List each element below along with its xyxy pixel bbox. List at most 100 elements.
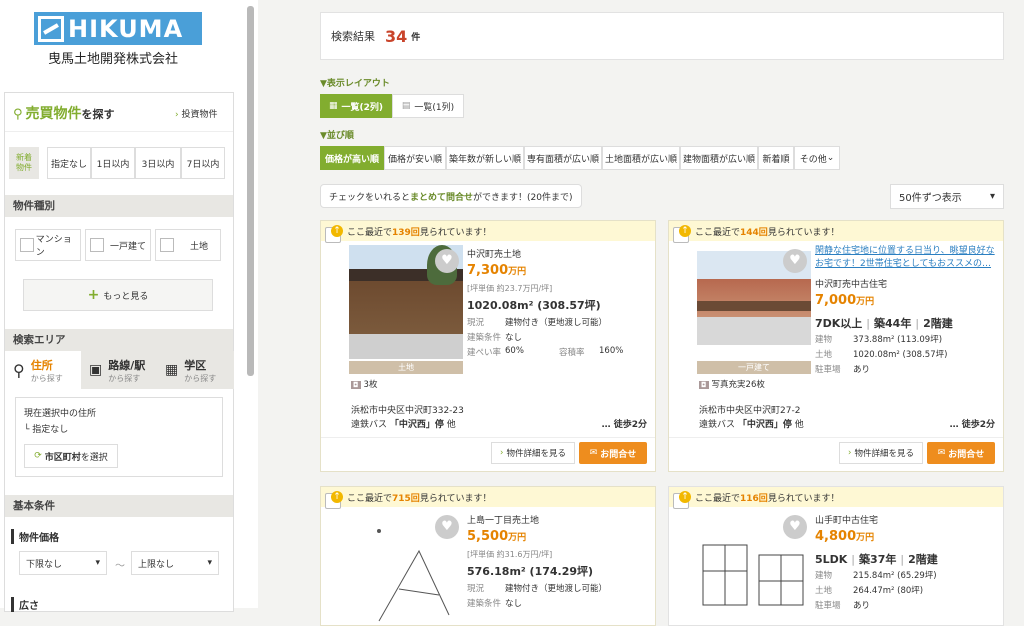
checkbox[interactable] — [90, 238, 104, 252]
layout-1col-button[interactable]: ▤ 一覧(1列) — [392, 94, 464, 118]
area-tab-station[interactable]: ▣ 路線/駅 から探す — [81, 351, 157, 389]
spec-row: 土地 264.47m² (80坪) — [815, 584, 923, 596]
type-label: 一戸建て — [110, 241, 147, 252]
sort-option[interactable]: 新着順 — [758, 146, 794, 170]
views-post: 見られています！ — [767, 227, 840, 238]
sort-option[interactable]: 価格が高い順 — [320, 146, 384, 170]
price-unit: 万円 — [856, 533, 875, 543]
area-tab-address[interactable]: ⚲ 住所 から探す — [5, 351, 81, 389]
photo-count-label: 写真充実26枚 — [711, 380, 765, 390]
result-unit: 件 — [411, 32, 421, 43]
current-area-box: 現在選択中の住所 └ 指定なし ⟳ 市区町村 を選択 — [15, 397, 223, 477]
spec-value: 373.88m² (113.09坪) — [853, 335, 943, 345]
type-house[interactable]: 一戸建て — [85, 229, 151, 261]
area-tab-school[interactable]: ▦ 学区 から探す — [157, 351, 234, 389]
type-mansion[interactable]: マンション — [15, 229, 81, 261]
result-count-box: 検索結果 34 件 — [320, 12, 1004, 60]
area-tab-label: 住所 — [30, 358, 53, 372]
access-info: 遠鉄バス 「中沢西」停 他 — [351, 417, 456, 430]
spec-key: 建ぺい率 — [467, 348, 502, 358]
new-filter-7day[interactable]: 7日以内 — [181, 147, 225, 179]
grid-icon: ▦ — [328, 101, 338, 111]
favorite-heart-icon[interactable]: ♥ — [435, 249, 459, 273]
age-value: 築44年 — [874, 317, 912, 330]
invest-link[interactable]: › 投資物件 — [175, 107, 217, 120]
city-button-suffix: を選択 — [80, 452, 108, 463]
detail-label: 物件詳細を見る — [854, 449, 914, 459]
property-address: 浜松市中央区中沢町332-23 — [351, 406, 464, 416]
area-size-label: 広さ — [11, 597, 39, 612]
card-footer: › 物件詳細を見る ✉ お問合せ — [321, 437, 655, 465]
layout-2col-button[interactable]: ▦ 一覧(2列) — [320, 94, 392, 118]
inquiry-button[interactable]: ✉ お問合せ — [579, 442, 647, 464]
price-max-select[interactable]: 上限なし ▾ — [131, 551, 219, 575]
property-card: ↑ ここ最近で 116回 見られています！ ♥ 山手町中古住宅 4,800万円 5LD… — [668, 486, 1004, 626]
age-value: 築37年 — [859, 553, 897, 566]
property-layout: 5LDK | 築37年 | 2階建 — [815, 553, 938, 566]
property-title[interactable]: 中沢町売土地 — [467, 247, 521, 260]
view-count-banner: ↑ ここ最近で 144回 見られています！ — [669, 221, 1003, 241]
arrow-up-icon: ↑ — [679, 491, 691, 503]
property-headline[interactable]: 閑静な住宅地に位置する日当り、眺望良好なお宅です！2世帯住宅としてもおススメの… — [815, 245, 999, 271]
inquiry-button[interactable]: ✉ お問合せ — [927, 442, 995, 464]
bulk-note-post: ができます！(20件まで) — [473, 192, 573, 203]
sort-option[interactable]: 価格が安い順 — [384, 146, 446, 170]
type-land[interactable]: 土地 — [155, 229, 221, 261]
sort-option-label: 価格が安い順 — [387, 154, 442, 165]
map-pin-icon: ⚲ — [13, 360, 25, 380]
new-filter-none[interactable]: 指定なし — [47, 147, 91, 179]
layout-value: 7DK以上 — [815, 317, 863, 330]
invest-link-label: 投資物件 — [181, 110, 218, 120]
company-logo[interactable]: HIKUMA — [34, 12, 202, 45]
area-tab-sub: から探す — [108, 373, 141, 383]
bus-stop: 「中沢西」停 — [389, 420, 444, 430]
sort-option[interactable]: 建物面積が広い順 — [680, 146, 758, 170]
floors-value: 2階建 — [923, 317, 953, 330]
sidebar-scrollbar[interactable] — [247, 6, 254, 376]
spec-value: 1020.08m² (308.57坪) — [853, 350, 948, 360]
spec-key: 現況 — [467, 318, 485, 328]
checkbox[interactable] — [160, 238, 174, 252]
checkbox[interactable] — [20, 238, 34, 252]
sort-option[interactable]: その他 ⌄ — [794, 146, 840, 170]
property-title[interactable]: 上島一丁目売土地 — [467, 513, 539, 526]
price-min-select[interactable]: 下限なし ▾ — [19, 551, 107, 575]
search-heading: ⚲ 売買物件 を探す — [13, 103, 115, 123]
section-title-type: 物件種別 — [5, 195, 233, 217]
favorite-heart-icon[interactable]: ♥ — [783, 249, 807, 273]
new-filter-1day[interactable]: 1日以内 — [91, 147, 135, 179]
new-filter-label: 指定なし — [50, 159, 87, 170]
sort-option[interactable]: 専有面積が広い順 — [524, 146, 602, 170]
mail-icon: ✉ — [589, 448, 598, 458]
search-title: 売買物件 — [25, 106, 82, 122]
price-value: 7,300 — [467, 263, 509, 278]
new-filter-3day[interactable]: 3日以内 — [135, 147, 181, 179]
views-count: 144回 — [740, 227, 768, 238]
spec-row: 建築条件 なし — [467, 597, 522, 609]
detail-button[interactable]: › 物件詳細を見る — [491, 442, 575, 464]
favorite-heart-icon[interactable]: ♥ — [783, 515, 807, 539]
city-select-button[interactable]: ⟳ 市区町村 を選択 — [24, 444, 118, 468]
spec-key: 土地 — [815, 586, 833, 596]
floors-value: 2階建 — [908, 553, 938, 566]
main-content: 検索結果 34 件 ▼表示レイアウト ▦ 一覧(2列) ▤ 一覧(1列) ▼並び順 … — [258, 0, 1024, 626]
spec-value: 264.47m² (80坪) — [853, 586, 924, 596]
price-unit: 万円 — [508, 533, 527, 543]
per-page-select[interactable]: 50件ずつ表示 ▾ — [890, 184, 1004, 209]
sort-option[interactable]: 土地面積が広い順 — [602, 146, 680, 170]
favorite-heart-icon[interactable]: ♥ — [435, 515, 459, 539]
more-button[interactable]: + もっと見る — [23, 279, 213, 311]
new-filter-label: 7日以内 — [186, 159, 220, 170]
sidebar: HIKUMA 曳馬土地開発株式会社 ⚲ 売買物件 を探す › 投資物件 新着物件… — [0, 0, 258, 612]
sort-option[interactable]: 築年数が新しい順 — [446, 146, 524, 170]
views-count: 139回 — [392, 227, 420, 238]
property-title[interactable]: 山手町中古住宅 — [815, 513, 878, 526]
per-page-value: 50件ずつ表示 — [899, 193, 962, 204]
property-address: 浜松市中央区中沢町27-2 — [699, 406, 801, 416]
bulk-note-bold: まとめて問合せ — [410, 192, 474, 203]
area-tab-label: 学区 — [184, 358, 207, 372]
property-title[interactable]: 中沢町売中古住宅 — [815, 277, 887, 290]
detail-button[interactable]: › 物件詳細を見る — [839, 442, 923, 464]
sort-option-label: 建物面積が広い順 — [682, 154, 755, 165]
spec-key: 建物 — [815, 571, 833, 581]
